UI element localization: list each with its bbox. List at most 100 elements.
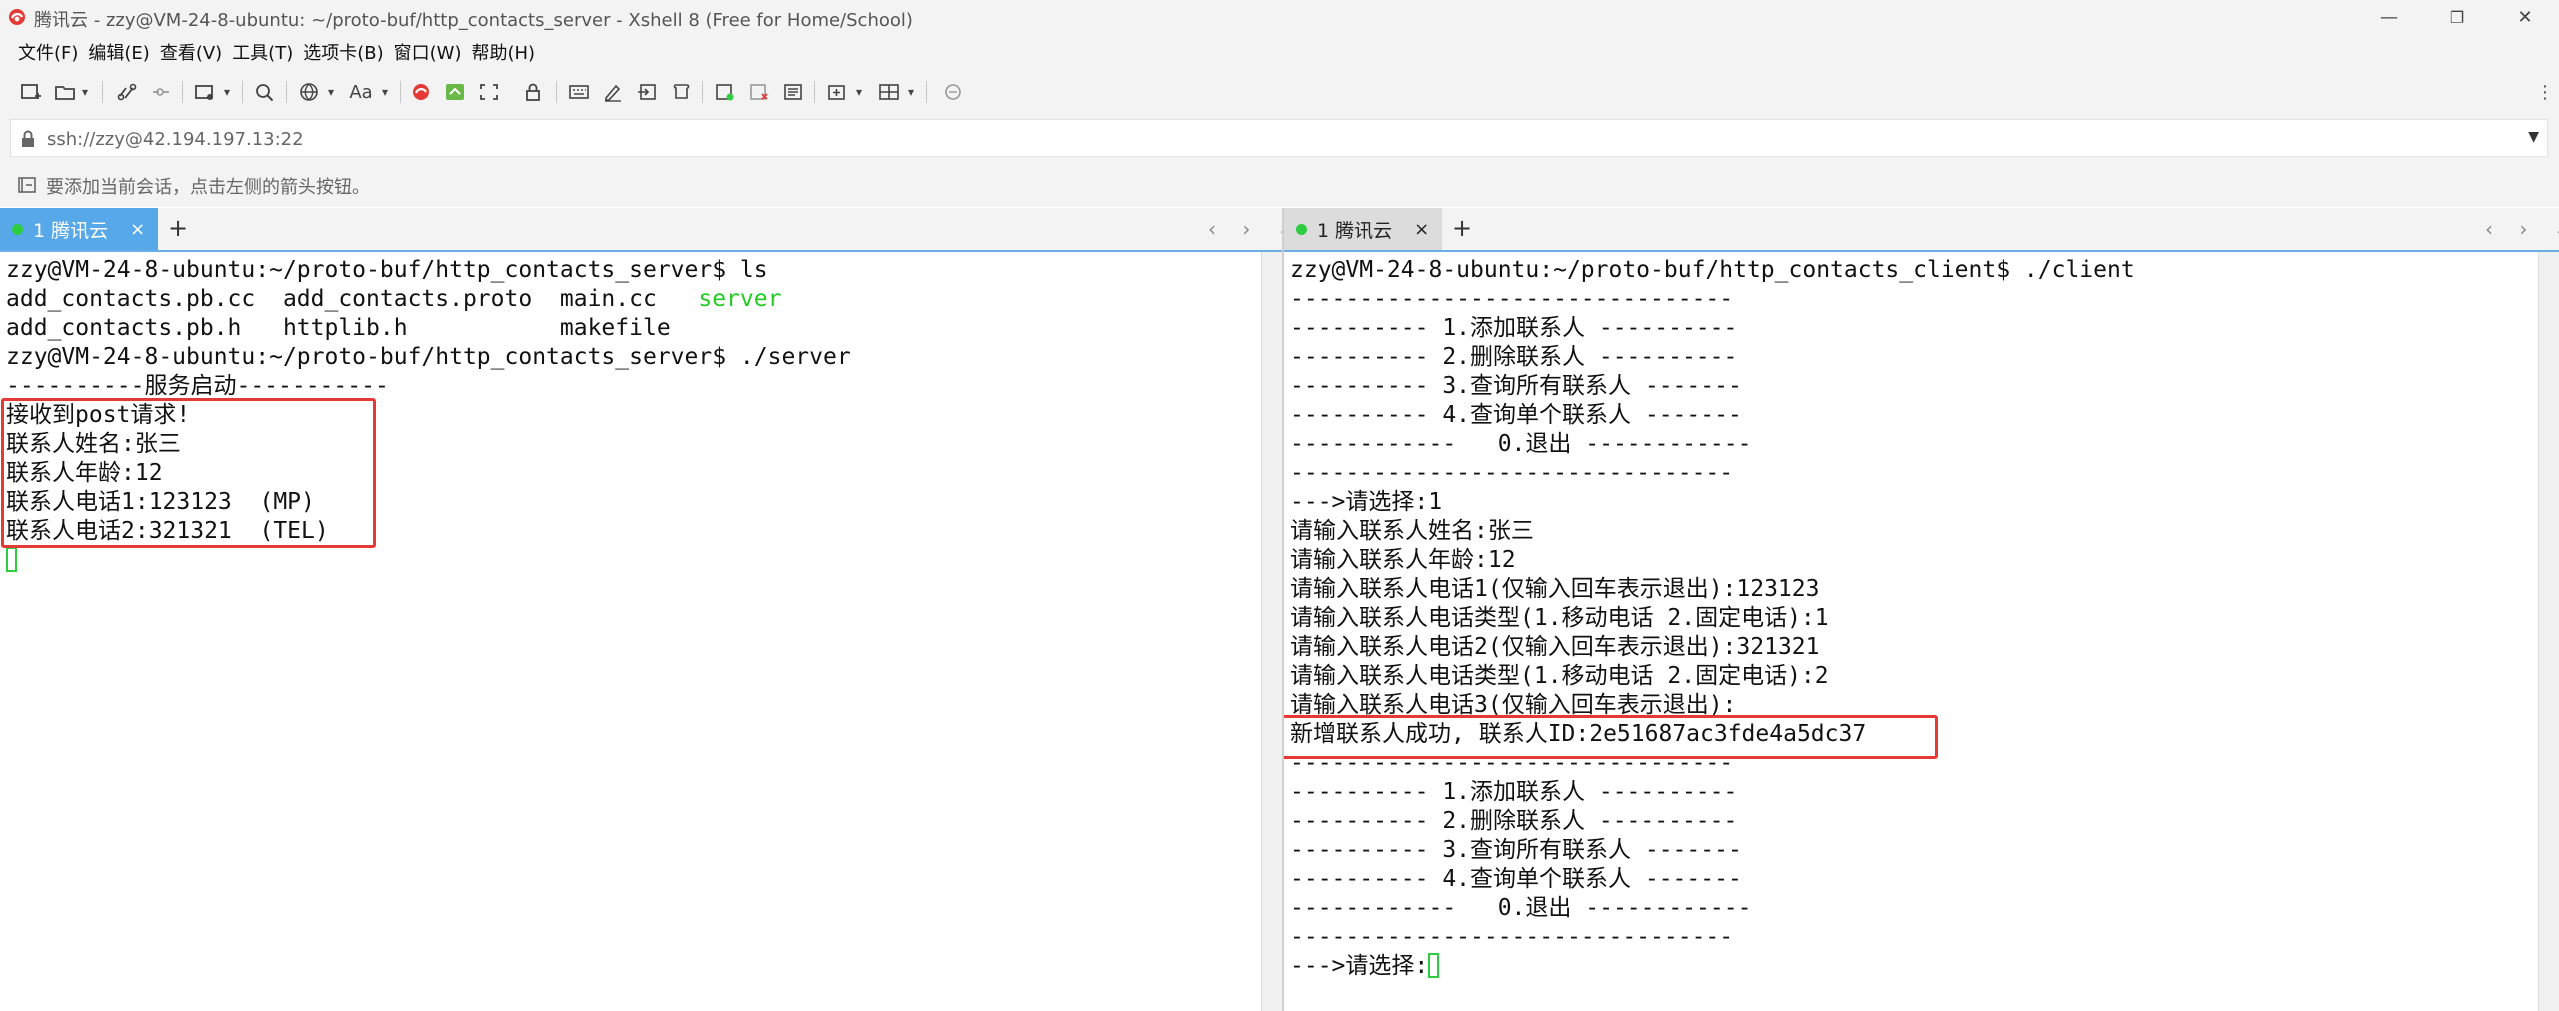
font-dropdown-icon[interactable]: ▾ [378, 79, 392, 105]
script-icon[interactable] [668, 79, 694, 105]
address-dropdown-icon[interactable]: ▼ [2528, 129, 2539, 145]
terminal-line: ---------- 1.添加联系人 ---------- [1290, 315, 1738, 341]
split-view-icon[interactable] [876, 79, 902, 105]
toolbar-overflow-icon[interactable]: ⋮ [2536, 79, 2554, 105]
split-dropdown-icon[interactable]: ▾ [904, 79, 918, 105]
toolbar-separator [102, 81, 103, 103]
executable-file: server [698, 286, 782, 312]
right-session-tab[interactable]: 1 腾讯云 × [1284, 208, 1442, 250]
terminal-cursor [6, 547, 17, 572]
terminal-cursor-line [6, 546, 17, 575]
left-terminal-pane: 1 腾讯云 × + ‹ › ⌄ zzy@VM-24-8-ubuntu:~/pro… [0, 208, 1293, 1011]
open-dropdown-icon[interactable]: ▾ [78, 79, 92, 105]
terminal-line: zzy@VM-24-8-ubuntu:~/proto-buf/http_cont… [6, 257, 768, 283]
menu-window[interactable]: 窗口(W) [390, 39, 468, 65]
lock-icon[interactable] [520, 79, 546, 105]
hint-bar: 要添加当前会话，点击左侧的箭头按钮。 [0, 161, 2559, 207]
terminal-line: ---------- 3.查询所有联系人 ------- [1290, 837, 1742, 863]
toolbar-separator [702, 81, 703, 103]
xshell-red-icon[interactable] [408, 79, 434, 105]
file-list: add_contacts.pb.cc add_contacts.proto ma… [6, 286, 699, 312]
globe-icon[interactable] [296, 79, 322, 105]
notes-icon[interactable] [780, 79, 806, 105]
tab-navigation-icons[interactable]: ‹ › ⌄ [2485, 217, 2559, 241]
connected-status-icon [12, 223, 23, 235]
terminal-line: ---------- 1.添加联系人 ---------- [1290, 779, 1738, 805]
new-session-icon[interactable] [18, 79, 44, 105]
fullscreen-icon[interactable] [476, 79, 502, 105]
terminal-line: ------------ 0.退出 ------------ [1290, 431, 1752, 457]
chat-icon[interactable] [940, 79, 966, 105]
transfer-icon[interactable] [634, 79, 660, 105]
new-tab-button[interactable]: + [1452, 214, 1472, 242]
search-icon[interactable] [252, 79, 278, 105]
menu-tools[interactable]: 工具(T) [228, 39, 299, 65]
terminal-line: 请输入联系人电话1(仅输入回车表示退出):123123 [1290, 576, 1820, 602]
address-bar: ssh://zzy@42.194.197.13:22 ▼ [0, 115, 2559, 161]
menu-file[interactable]: 文件(F) [0, 39, 84, 65]
terminal-line: -------------------------------- [1290, 924, 1734, 950]
left-session-tab[interactable]: 1 腾讯云 × [0, 208, 158, 250]
right-terminal[interactable]: zzy@VM-24-8-ubuntu:~/proto-buf/http_cont… [1284, 252, 2559, 1011]
add-session-arrow-icon[interactable] [18, 176, 36, 194]
address-value: ssh://zzy@42.194.197.13:22 [47, 129, 304, 150]
toolbar-separator [556, 81, 557, 103]
window-layout-icon[interactable] [192, 79, 218, 105]
right-scrollbar[interactable] [2538, 252, 2559, 1011]
xftp-green-icon[interactable] [442, 79, 468, 105]
tab-close-icon[interactable]: × [1414, 219, 1429, 240]
tab-close-icon[interactable]: × [130, 219, 145, 240]
toolbar-separator [926, 81, 927, 103]
terminal-line: ---------- 4.查询单个联系人 ------- [1290, 402, 1742, 428]
terminal-line: zzy@VM-24-8-ubuntu:~/proto-buf/http_cont… [1290, 257, 2135, 283]
menu-edit[interactable]: 编辑(E) [84, 39, 155, 65]
terminal-prompt-line: --->请选择: [1290, 952, 1440, 981]
maximize-button[interactable]: ❐ [2423, 0, 2491, 35]
toolbar: ▾ ▾ ▾ Aa ▾ ▾ ▾ ⋮ [0, 69, 2559, 115]
log-stop-icon[interactable] [746, 79, 772, 105]
font-icon[interactable]: Aa [346, 79, 376, 105]
menu-help[interactable]: 帮助(H) [467, 39, 541, 65]
lock-icon [22, 130, 34, 147]
log-start-icon[interactable] [712, 79, 738, 105]
terminal-line: ---------- 2.删除联系人 ---------- [1290, 344, 1738, 370]
right-tab-strip: 1 腾讯云 × + ‹ › ⌄ [1284, 208, 2559, 252]
encoding-dropdown-icon[interactable]: ▾ [324, 79, 338, 105]
reconnect-icon[interactable] [114, 79, 140, 105]
tab-label: 1 腾讯云 [1317, 219, 1393, 242]
left-scrollbar[interactable] [1261, 252, 1282, 1011]
title-bar: 腾讯云 - zzy@VM-24-8-ubuntu: ~/proto-buf/ht… [0, 0, 2559, 35]
tab-label: 1 腾讯云 [33, 219, 109, 242]
right-terminal-pane: 1 腾讯云 × + ‹ › ⌄ zzy@VM-24-8-ubuntu:~/pro… [1284, 208, 2559, 1011]
compose-icon[interactable] [600, 79, 626, 105]
terminal-line: add_contacts.pb.cc add_contacts.proto ma… [6, 285, 781, 314]
terminal-line: ------------ 0.退出 ------------ [1290, 895, 1752, 921]
terminal-line: ----------服务启动----------- [6, 373, 389, 399]
new-tab-dropdown-icon[interactable]: ▾ [852, 79, 866, 105]
terminal-line: ---------- 3.查询所有联系人 ------- [1290, 373, 1742, 399]
terminal-line: -------------------------------- [1290, 460, 1734, 486]
toolbar-separator [814, 81, 815, 103]
left-terminal[interactable]: zzy@VM-24-8-ubuntu:~/proto-buf/http_cont… [0, 252, 1282, 1011]
hint-text: 要添加当前会话，点击左侧的箭头按钮。 [46, 177, 370, 198]
terminal-line: 请输入联系人年龄:12 [1290, 547, 1516, 573]
layout-dropdown-icon[interactable]: ▾ [220, 79, 234, 105]
open-folder-icon[interactable] [52, 79, 78, 105]
terminal-line: 请输入联系人电话2(仅输入回车表示退出):321321 [1290, 634, 1820, 660]
terminal-line: 请输入联系人电话类型(1.移动电话 2.固定电话):2 [1290, 663, 1829, 689]
connected-status-icon [1296, 223, 1307, 235]
address-input[interactable]: ssh://zzy@42.194.197.13:22 ▼ [10, 119, 2548, 157]
terminal-line: add_contacts.pb.h httplib.h makefile [6, 315, 671, 341]
terminal-line: ---------- 4.查询单个联系人 ------- [1290, 866, 1742, 892]
new-tab-button[interactable]: + [168, 214, 188, 242]
terminal-line: --->请选择:1 [1290, 489, 1443, 515]
close-button[interactable]: ✕ [2491, 0, 2559, 35]
minimize-button[interactable]: — [2355, 0, 2423, 35]
keyboard-icon[interactable] [566, 79, 592, 105]
disconnect-icon[interactable] [148, 79, 174, 105]
menu-tabs[interactable]: 选项卡(B) [299, 39, 389, 65]
new-tab-icon[interactable] [824, 79, 850, 105]
prompt-text: --->请选择: [1290, 953, 1429, 979]
terminal-line: 请输入联系人电话类型(1.移动电话 2.固定电话):1 [1290, 605, 1829, 631]
menu-view[interactable]: 查看(V) [156, 39, 228, 65]
